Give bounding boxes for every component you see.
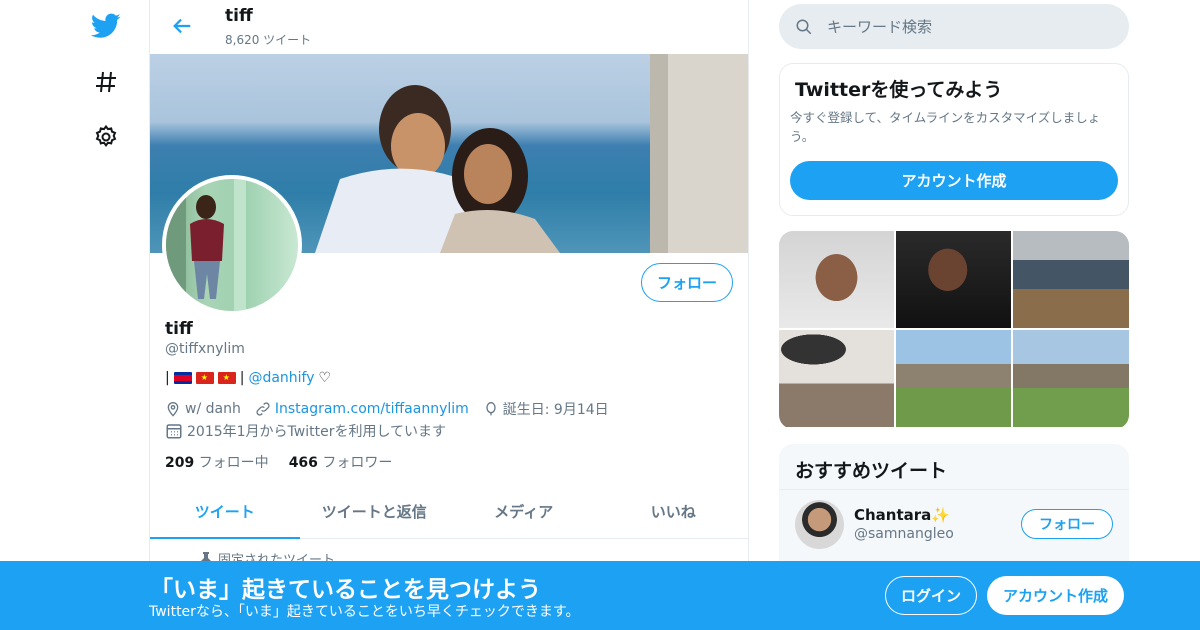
bottom-bar-title: 「いま」起きていることを見つけよう <box>150 577 541 603</box>
followers-count: 466 <box>288 455 318 471</box>
profile-bio: | | @danhify ♡ <box>165 370 331 386</box>
tab-likes[interactable]: いいね <box>599 484 749 538</box>
recommended-user-name[interactable]: Chantara✨ <box>854 506 950 524</box>
back-arrow-icon[interactable] <box>168 12 196 40</box>
twitter-bird-icon[interactable] <box>90 10 122 42</box>
link-icon <box>255 401 271 417</box>
heart-symbol: ♡ <box>318 370 332 386</box>
followers-stat[interactable]: 466 フォロワー <box>289 452 393 472</box>
calendar-icon <box>165 422 183 440</box>
media-thumbnail[interactable] <box>1013 330 1129 427</box>
profile-location: w/ danh <box>185 401 241 417</box>
profile-birthday: 誕生日: 9月14日 <box>502 402 609 418</box>
location-pin-icon <box>165 401 181 417</box>
following-label: フォロー中 <box>198 455 269 471</box>
header-tweet-count: 8,620 ツイート <box>225 33 312 47</box>
bio-pipe: | <box>165 370 170 386</box>
profile-column: tiff 8,620 ツイート フォロー tiff @tiffxnylim | <box>149 0 749 630</box>
recommended-user-handle: @samnangleo <box>854 526 954 542</box>
follow-counts: 209 フォロー中 466 フォロワー <box>165 452 392 472</box>
login-button[interactable]: ログイン <box>885 576 977 615</box>
media-thumbnail[interactable] <box>1013 231 1129 328</box>
search-box[interactable] <box>779 4 1129 49</box>
avatar[interactable] <box>795 500 844 549</box>
signup-card-description: 今すぐ登録して、タイムラインをカスタマイズしましょう。 <box>790 110 1101 144</box>
cambodia-flag-icon <box>173 372 192 384</box>
vietnam-flag-icon <box>195 372 214 384</box>
media-thumbnail[interactable] <box>779 231 894 328</box>
tab-media[interactable]: メディア <box>449 484 599 538</box>
profile-joined-row: 2015年1月からTwitterを利用しています <box>165 421 446 441</box>
signup-card: Twitterを使ってみよう 今すぐ登録して、タイムラインをカスタマイズしましょ… <box>779 63 1129 216</box>
profile-meta: w/ danh Instagram.com/tiffaannylim 誕生日: … <box>165 399 609 419</box>
bottom-create-account-button[interactable]: アカウント作成 <box>987 576 1124 615</box>
media-grid <box>779 231 1129 429</box>
create-account-button[interactable]: アカウント作成 <box>790 161 1118 200</box>
following-count: 209 <box>165 455 195 471</box>
header-name: tiff <box>225 6 253 26</box>
signup-card-title: Twitterを使ってみよう <box>795 79 1003 101</box>
profile-name: tiff <box>165 319 193 339</box>
media-thumbnail[interactable] <box>896 231 1011 328</box>
search-input[interactable] <box>827 17 1107 36</box>
profile-avatar[interactable] <box>162 175 302 315</box>
bio-mention-link[interactable]: @danhify <box>248 370 314 386</box>
profile-website-link[interactable]: Instagram.com/tiffaannylim <box>275 401 469 417</box>
balloon-icon <box>483 401 499 417</box>
media-thumbnail[interactable] <box>779 330 894 427</box>
bio-pipe: | <box>239 370 245 386</box>
tab-tweets-and-replies[interactable]: ツイートと返信 <box>300 484 450 538</box>
profile-joined: 2015年1月からTwitterを利用しています <box>187 424 447 440</box>
recommended-follow-button[interactable]: フォロー <box>1021 509 1113 539</box>
search-icon <box>795 18 813 36</box>
bottom-bar-subtitle: Twitterなら、「いま」起きていることをいち早くチェックできます。 <box>149 604 580 620</box>
profile-handle: @tiffxnylim <box>165 341 245 357</box>
bottom-signup-bar: 「いま」起きていることを見つけよう Twitterなら、「いま」起きていることを… <box>0 561 1200 630</box>
vietnam-flag-icon <box>217 372 236 384</box>
following-stat[interactable]: 209 フォロー中 <box>165 452 269 472</box>
media-thumbnail[interactable] <box>896 330 1011 427</box>
hashtag-icon[interactable] <box>90 66 122 98</box>
profile-tabs: ツイート ツイートと返信 メディア いいね <box>150 484 748 539</box>
followers-label: フォロワー <box>322 455 393 471</box>
follow-button[interactable]: フォロー <box>641 263 733 302</box>
gear-icon[interactable] <box>90 121 122 153</box>
tab-tweets[interactable]: ツイート <box>150 484 300 539</box>
recommended-title: おすすめツイート <box>795 460 948 482</box>
profile-header: tiff 8,620 ツイート <box>150 0 748 53</box>
recommended-user-row[interactable]: Chantara✨ @samnangleo フォロー <box>779 489 1129 559</box>
